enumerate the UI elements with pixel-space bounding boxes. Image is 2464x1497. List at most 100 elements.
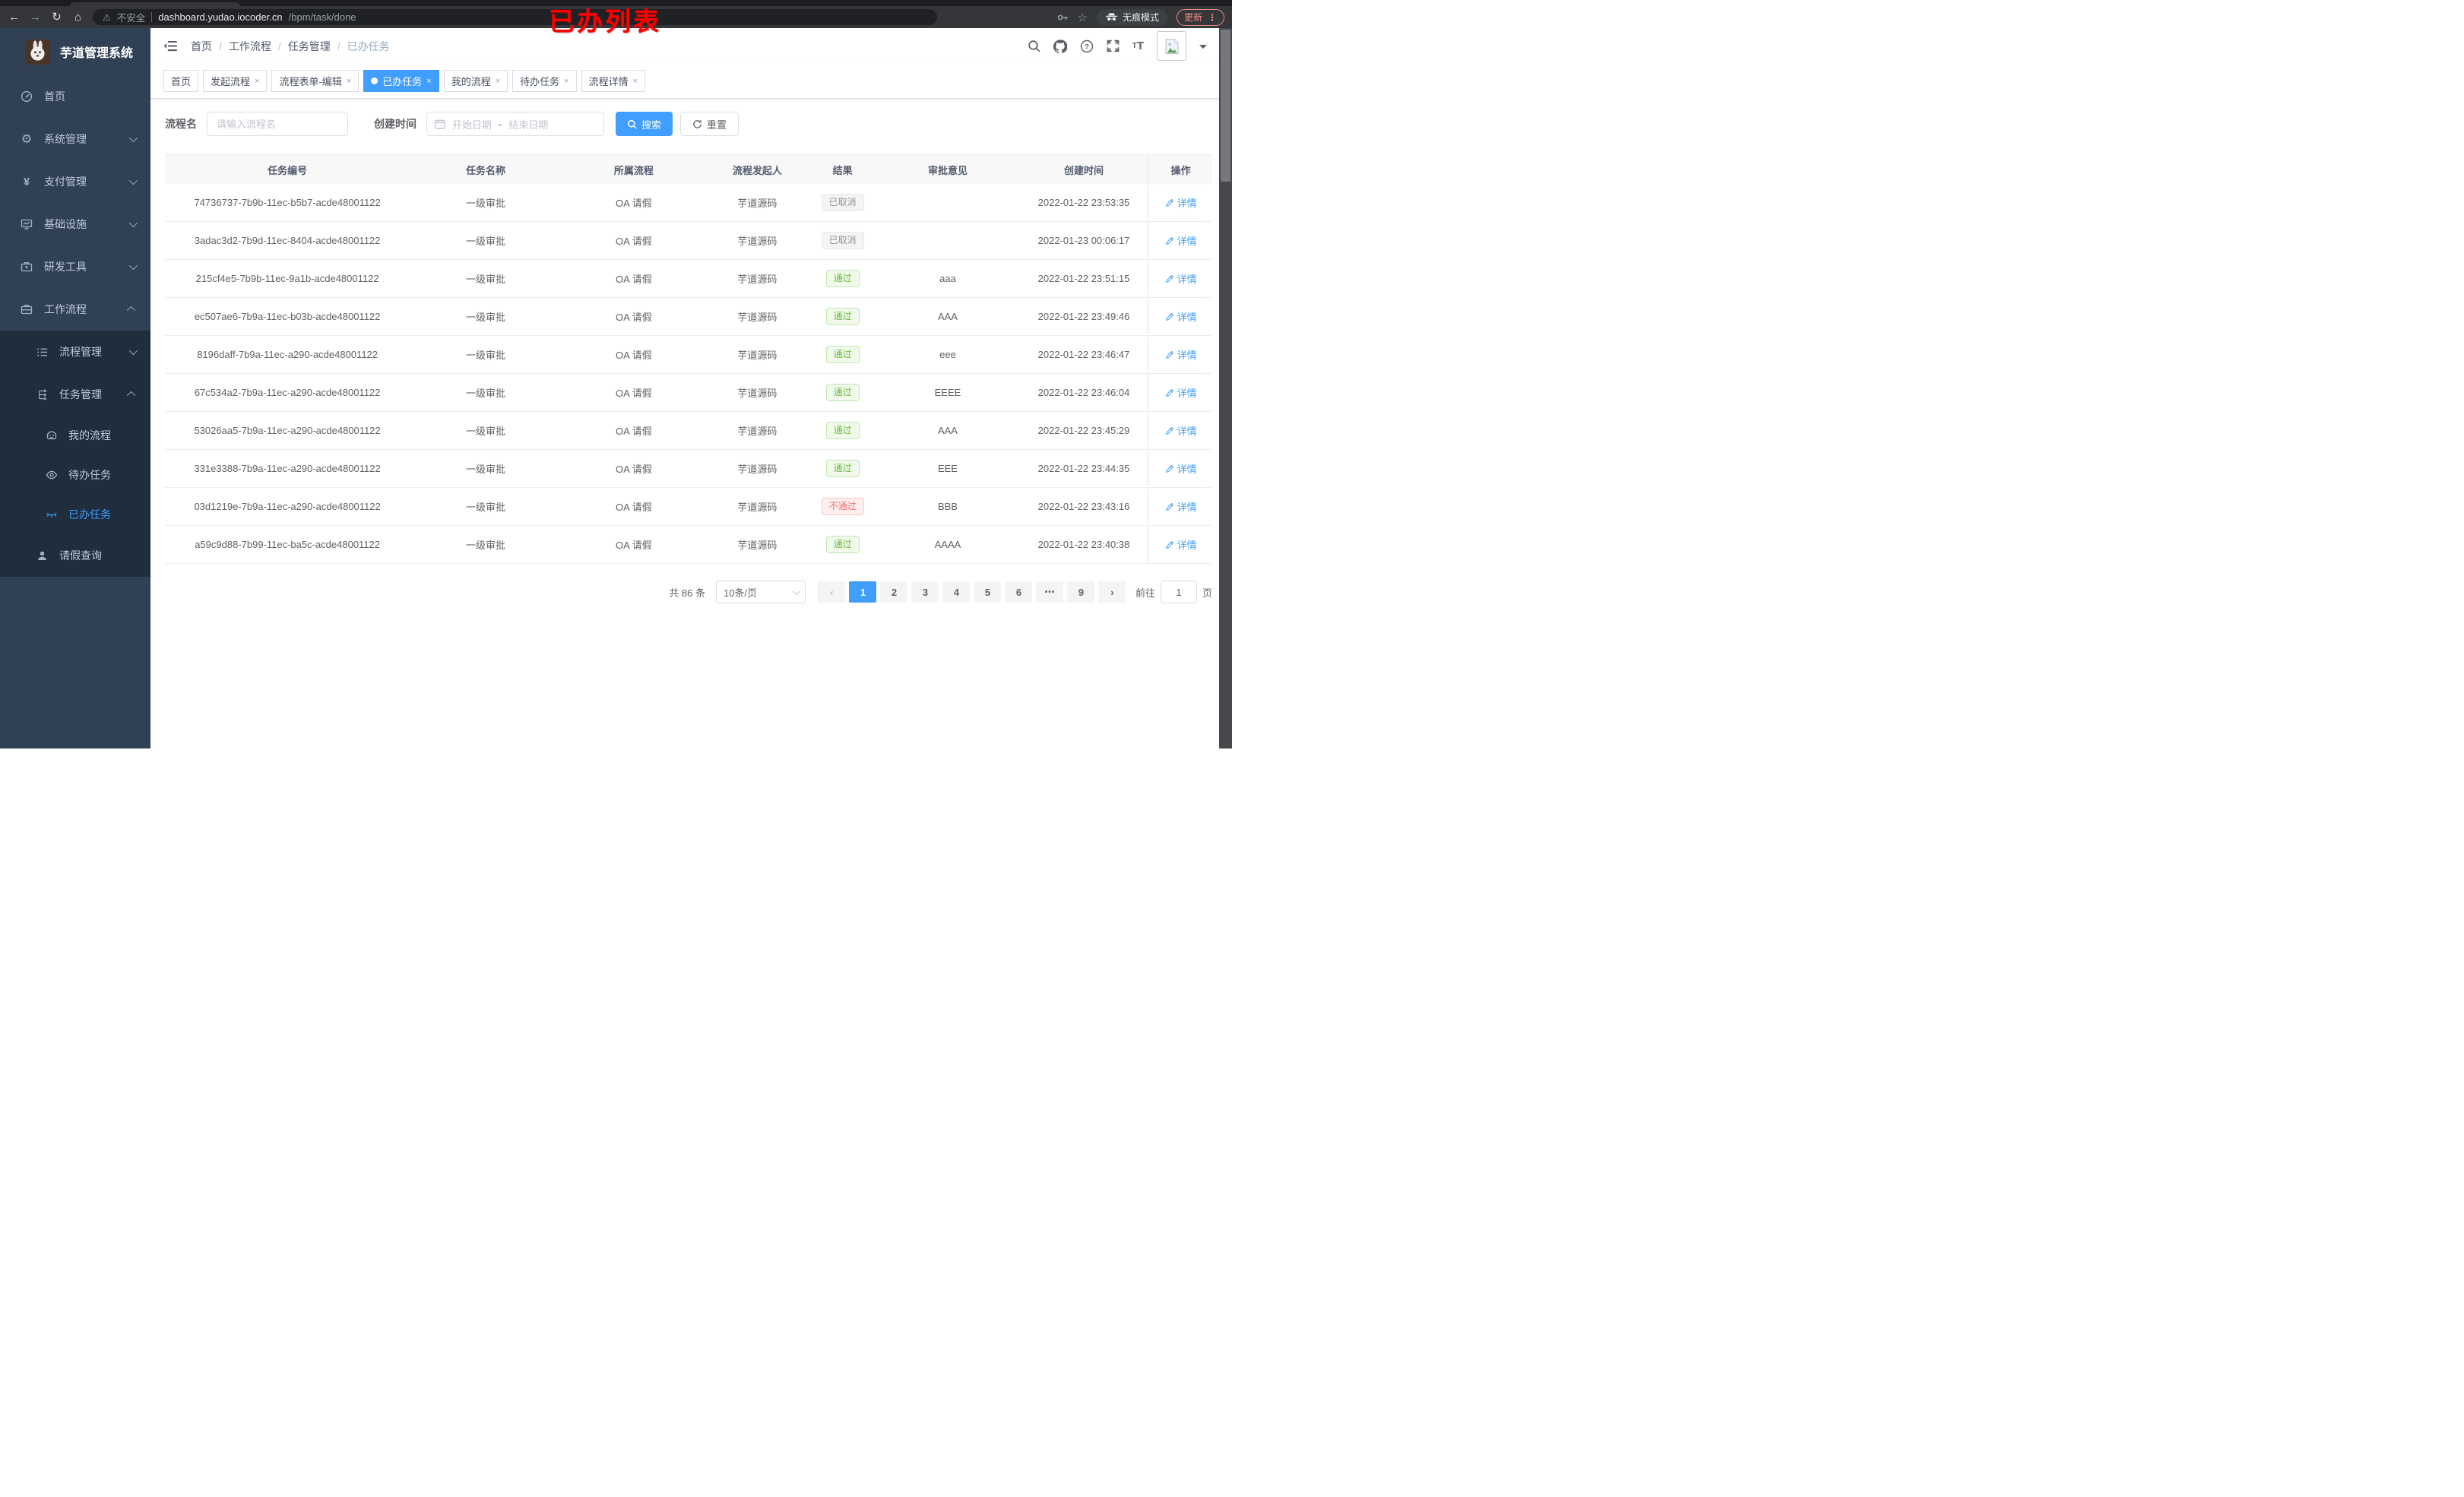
back-icon[interactable]: ←	[8, 11, 21, 23]
tab-my-process[interactable]: 我的流程 ×	[443, 70, 508, 92]
breadcrumb-item[interactable]: 任务管理	[288, 39, 331, 54]
cell-starter: 芋道源码	[737, 426, 778, 437]
sidebar-item-workflow[interactable]: 工作流程	[0, 288, 150, 331]
detail-link[interactable]: 详情	[1165, 309, 1197, 324]
detail-link[interactable]: 详情	[1165, 499, 1197, 514]
goto-label: 前往	[1135, 587, 1155, 599]
tab-label: 流程表单-编辑	[279, 76, 342, 87]
close-icon[interactable]: ×	[255, 77, 259, 86]
browser-tab[interactable]	[70, 2, 240, 6]
search-icon	[627, 119, 637, 129]
sidebar-item-my-process[interactable]: 我的流程	[0, 416, 150, 455]
process-name-input[interactable]	[207, 112, 348, 136]
tab-form-edit[interactable]: 流程表单-编辑 ×	[271, 70, 359, 92]
tab-done-tasks[interactable]: 已办任务 ×	[363, 70, 439, 92]
detail-link[interactable]: 详情	[1165, 271, 1197, 286]
chevron-down-icon	[128, 346, 138, 356]
avatar[interactable]	[1157, 31, 1186, 61]
breadcrumb-item[interactable]: 首页	[191, 39, 212, 54]
cell-flow: OA 请假	[616, 540, 652, 551]
more-pages-icon[interactable]: •••	[1036, 581, 1064, 603]
sidebar-fold-icon[interactable]	[163, 40, 178, 52]
font-size-icon[interactable]: TT	[1132, 40, 1144, 52]
goto-page-input[interactable]	[1160, 581, 1197, 603]
detail-link[interactable]: 详情	[1165, 233, 1197, 248]
page-button-3[interactable]: 3	[911, 581, 939, 603]
prev-page-button[interactable]: ‹	[818, 581, 846, 603]
cell-time: 2022-01-22 23:46:04	[1037, 387, 1130, 398]
sidebar-item-process-mgmt[interactable]: 流程管理	[0, 331, 150, 373]
close-icon[interactable]: ×	[564, 77, 568, 86]
breadcrumb-separator: /	[219, 40, 222, 52]
cell-comment: BBB	[937, 501, 958, 512]
page-button-9[interactable]: 9	[1067, 581, 1095, 603]
breadcrumb-separator: /	[337, 40, 340, 52]
tab-start-process[interactable]: 发起流程 ×	[203, 70, 268, 92]
close-icon[interactable]: ×	[633, 77, 638, 86]
sidebar-item-leave-query[interactable]: 请假查询	[0, 534, 150, 577]
cell-comment	[876, 184, 1018, 221]
page-button-1[interactable]: 1	[849, 581, 877, 603]
tab-todo-tasks[interactable]: 待办任务 ×	[512, 70, 577, 92]
sidebar-item-payment[interactable]: ¥ 支付管理	[0, 160, 150, 203]
sidebar-logo-row[interactable]: 芋道管理系统	[0, 28, 150, 75]
page-button-2[interactable]: 2	[880, 581, 908, 603]
scrollbar[interactable]	[1219, 28, 1232, 748]
cell-flow: OA 请假	[616, 274, 652, 285]
sidebar-item-infra[interactable]: 基础设施	[0, 203, 150, 245]
sidebar-item-system[interactable]: ⚙ 系统管理	[0, 118, 150, 160]
search-button[interactable]: 搜索	[616, 112, 673, 136]
page-button-6[interactable]: 6	[1005, 581, 1033, 603]
col-header-comment: 审批意见	[927, 164, 968, 176]
scrollbar-thumb[interactable]	[1221, 30, 1230, 182]
detail-link[interactable]: 详情	[1165, 461, 1197, 476]
detail-link[interactable]: 详情	[1165, 537, 1197, 552]
cell-comment	[876, 222, 1018, 259]
page-button-4[interactable]: 4	[942, 581, 971, 603]
cell-starter: 芋道源码	[737, 312, 778, 323]
dashboard-icon	[19, 90, 34, 103]
page-button-5[interactable]: 5	[974, 581, 1002, 603]
result-badge: 通过	[825, 383, 860, 402]
detail-link[interactable]: 详情	[1165, 385, 1197, 400]
fullscreen-icon[interactable]	[1107, 40, 1120, 52]
reload-icon[interactable]: ↻	[50, 11, 63, 23]
sidebar-item-devtools[interactable]: 研发工具	[0, 245, 150, 288]
search-icon[interactable]	[1028, 40, 1040, 52]
star-icon[interactable]: ☆	[1078, 11, 1088, 24]
sidebar-item-task-mgmt[interactable]: 任务管理	[0, 373, 150, 416]
page-size-select[interactable]: 10条/页	[715, 581, 806, 603]
github-icon[interactable]	[1053, 39, 1067, 53]
detail-link[interactable]: 详情	[1165, 347, 1197, 362]
update-button[interactable]: 更新 ⋮	[1176, 8, 1224, 26]
security-label: 不安全	[116, 13, 146, 24]
url-bar[interactable]: ⚠ 不安全 dashboard.yudao.iocoder.cn/bpm/tas…	[93, 9, 937, 25]
tab-process-detail[interactable]: 流程详情 ×	[581, 70, 646, 92]
close-icon[interactable]: ×	[426, 77, 431, 86]
cell-flow: OA 请假	[616, 502, 652, 513]
home-icon[interactable]: ⌂	[71, 11, 84, 23]
tab-home[interactable]: 首页	[163, 70, 199, 92]
next-page-button[interactable]: ›	[1098, 581, 1126, 603]
sidebar-item-done-tasks[interactable]: 已办任务	[0, 495, 150, 534]
more-vert-icon[interactable]: ⋮	[1208, 12, 1217, 23]
sidebar-item-todo-tasks[interactable]: 待办任务	[0, 455, 150, 495]
detail-link[interactable]: 详情	[1165, 195, 1197, 210]
close-icon[interactable]: ×	[496, 77, 500, 86]
forward-icon[interactable]: →	[29, 11, 42, 23]
breadcrumb-item[interactable]: 工作流程	[229, 39, 271, 54]
close-icon[interactable]: ×	[347, 77, 351, 86]
caret-down-icon[interactable]	[1199, 44, 1207, 52]
sidebar-item-home[interactable]: 首页	[0, 75, 150, 118]
detail-link[interactable]: 详情	[1165, 423, 1197, 438]
cell-comment: EEEE	[934, 387, 961, 398]
sidebar-item-label: 请假查询	[59, 549, 102, 562]
question-icon[interactable]: ?	[1080, 40, 1094, 53]
key-icon[interactable]	[1056, 11, 1069, 24]
date-range-picker[interactable]: 开始日期 - 结束日期	[426, 112, 604, 136]
pagination-total: 共 86 条	[669, 587, 705, 599]
edit-pencil-icon	[1165, 464, 1173, 473]
warning-icon[interactable]: ⚠	[103, 13, 111, 22]
reset-button[interactable]: 重置	[680, 112, 740, 136]
cell-time: 2022-01-22 23:46:47	[1037, 349, 1130, 360]
